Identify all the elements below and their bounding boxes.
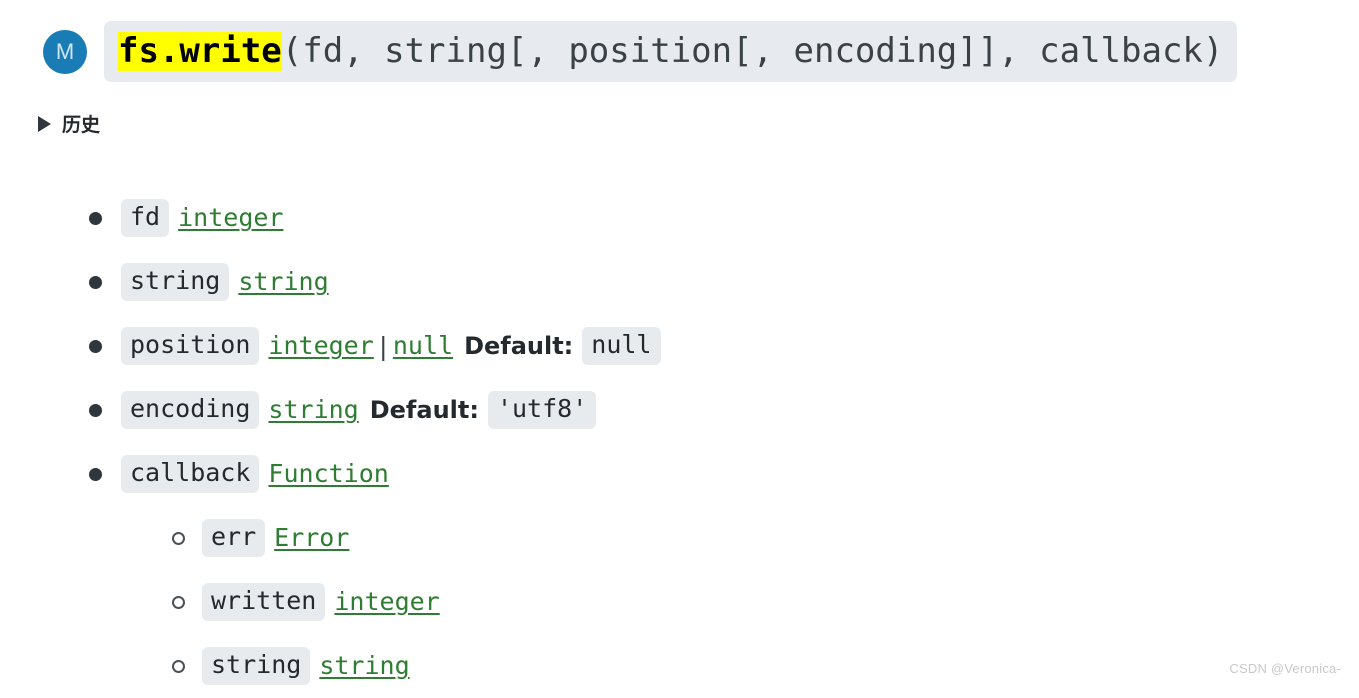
- parameter-type-link[interactable]: Error: [274, 523, 349, 553]
- parameter-type-link[interactable]: integer: [178, 203, 283, 233]
- default-label: Default:: [464, 332, 574, 360]
- parameter-content: fd integer: [121, 199, 283, 237]
- default-value-chip: null: [582, 327, 661, 365]
- api-signature-header: M fs.write (fd, string[, position[, encod…: [0, 0, 1359, 104]
- history-label: 历史: [62, 114, 101, 136]
- list-bullet-icon: [89, 467, 102, 481]
- history-disclosure[interactable]: 历史: [38, 110, 100, 137]
- triangle-right-icon[interactable]: [38, 115, 51, 132]
- parameter-name-chip: string: [121, 263, 230, 301]
- parameter-name-chip: encoding: [121, 391, 260, 429]
- parameter-type-link[interactable]: Function: [268, 459, 388, 489]
- list-bullet-hollow-icon: [172, 595, 185, 609]
- list-bullet-hollow-icon: [172, 531, 185, 545]
- parameter-name-chip: callback: [121, 455, 260, 493]
- signature-rest: (fd, string[, position[, encoding]], cal…: [281, 31, 1224, 71]
- watermark: CSDN @Veronica-: [1229, 661, 1341, 676]
- type-separator: |: [375, 331, 391, 361]
- parameter-type-link[interactable]: string: [319, 651, 409, 681]
- parameter-sub-item: string string: [0, 634, 1359, 698]
- parameter-item: position integer | null Default: null: [0, 314, 1359, 378]
- parameter-content: written integer: [202, 583, 440, 621]
- avatar-letter: M: [55, 39, 75, 64]
- default-value-chip: 'utf8': [487, 391, 597, 429]
- list-bullet-hollow-icon: [172, 659, 185, 673]
- parameter-type-link[interactable]: string: [238, 267, 328, 297]
- list-bullet-icon: [89, 339, 102, 353]
- default-label: Default:: [369, 396, 479, 424]
- parameter-name-chip: string: [202, 647, 311, 685]
- parameter-content: string string: [121, 263, 329, 301]
- list-bullet-icon: [89, 275, 102, 289]
- parameter-name-chip: written: [202, 583, 326, 621]
- parameter-type-link[interactable]: integer: [268, 331, 373, 361]
- list-bullet-icon: [89, 403, 102, 417]
- parameter-content: encoding string Default: 'utf8': [121, 391, 597, 429]
- parameter-list: fd integer string string position integer | nul…: [0, 186, 1359, 698]
- parameter-sub-item: written integer: [0, 570, 1359, 634]
- list-bullet-icon: [89, 211, 102, 225]
- parameter-name-chip: position: [121, 327, 260, 365]
- parameter-name-chip: fd: [121, 199, 170, 237]
- parameter-type-link[interactable]: string: [268, 395, 358, 425]
- parameter-item: fd integer: [0, 186, 1359, 250]
- parameter-alt-type-link[interactable]: null: [393, 331, 453, 361]
- parameter-name-chip: err: [202, 519, 266, 557]
- parameter-type-link[interactable]: integer: [334, 587, 439, 617]
- avatar: M: [43, 30, 87, 74]
- parameter-item: string string: [0, 250, 1359, 314]
- parameter-content: err Error: [202, 519, 349, 557]
- parameter-content: position integer | null Default: null: [121, 327, 661, 365]
- signature-code-block: fs.write (fd, string[, position[, encodin…: [104, 21, 1238, 82]
- parameter-item: encoding string Default: 'utf8': [0, 378, 1359, 442]
- parameter-content: string string: [202, 647, 410, 685]
- signature-highlight: fs.write: [118, 31, 282, 71]
- parameter-item: callback Function: [0, 442, 1359, 506]
- parameter-sub-item: err Error: [0, 506, 1359, 570]
- parameter-content: callback Function: [121, 455, 389, 493]
